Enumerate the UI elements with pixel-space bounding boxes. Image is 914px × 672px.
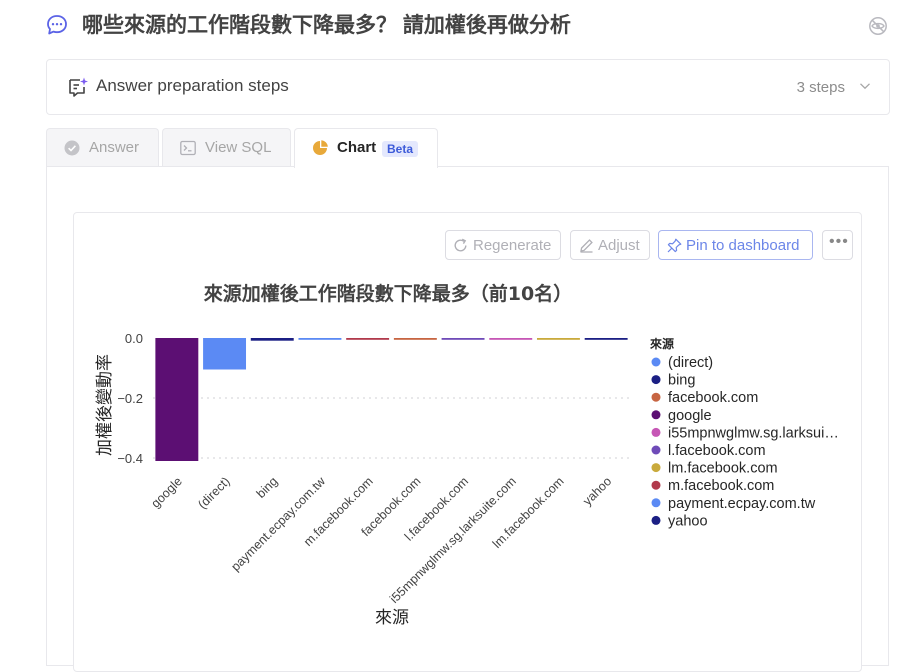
- legend-item: payment.ecpay.com.tw: [668, 496, 816, 512]
- legend-swatch: [651, 392, 661, 402]
- x-tick-label: (direct): [195, 474, 232, 511]
- legend-item: facebook.com: [668, 390, 758, 406]
- y-axis-label: 加權後變動率: [95, 354, 115, 456]
- legend-swatch: [651, 375, 661, 385]
- legend-swatch: [651, 480, 661, 490]
- bar-facebook.com: [393, 338, 437, 340]
- beta-badge: Beta: [382, 141, 419, 157]
- legend-swatch: [651, 463, 661, 473]
- legend-swatch: [651, 427, 661, 437]
- legend-swatch: [651, 357, 661, 367]
- legend-item: yahoo: [668, 513, 708, 529]
- bar-payment.ecpay.com.tw: [298, 338, 342, 340]
- legend-title: 來源: [650, 336, 674, 351]
- legend-swatch: [651, 445, 661, 455]
- chart-title: 來源加權後工作階段數下降最多（前10名）: [204, 282, 572, 305]
- legend-swatch: [651, 515, 661, 525]
- bar-google: [155, 338, 199, 461]
- x-tick-label: payment.ecpay.com.tw: [228, 474, 328, 574]
- bar-(direct): [203, 338, 247, 370]
- bar-l.facebook.com: [441, 338, 485, 340]
- legend-item: bing: [668, 373, 695, 389]
- x-tick-label: google: [149, 474, 185, 510]
- bar-chart: 來源加權後工作階段數下降最多（前10名） 0.0 −0.2 −0.4 google (di…: [95, 282, 839, 628]
- bar-lm.facebook.com: [536, 338, 580, 340]
- x-tick-label: yahoo: [580, 474, 614, 508]
- legend-item: google: [668, 408, 712, 424]
- x-tick-label: bing: [254, 474, 281, 501]
- legend-swatch: [651, 498, 661, 508]
- bar-yahoo: [584, 338, 628, 340]
- y-tick-label: 0.0: [125, 331, 143, 346]
- legend-item: i55mpnwglmw.sg.larksui…: [668, 425, 839, 441]
- tab-chart-label: Chart: [337, 139, 377, 156]
- y-tick-label: −0.4: [117, 451, 143, 466]
- bar-m.facebook.com: [346, 338, 390, 340]
- bar-bing: [250, 338, 294, 341]
- legend-item: lm.facebook.com: [668, 461, 778, 477]
- legend-swatch: [651, 410, 661, 420]
- pie-chart-icon: [313, 140, 328, 155]
- legend-item: m.facebook.com: [668, 478, 774, 494]
- y-tick-label: −0.2: [117, 391, 143, 406]
- tab-chart[interactable]: Chart Beta: [294, 128, 438, 168]
- bar-i55mpnwglmw.sg.larksuite.com: [489, 338, 533, 340]
- legend-item: (direct): [668, 355, 713, 371]
- legend-item: l.facebook.com: [668, 443, 766, 459]
- x-axis-label: 來源: [375, 608, 409, 628]
